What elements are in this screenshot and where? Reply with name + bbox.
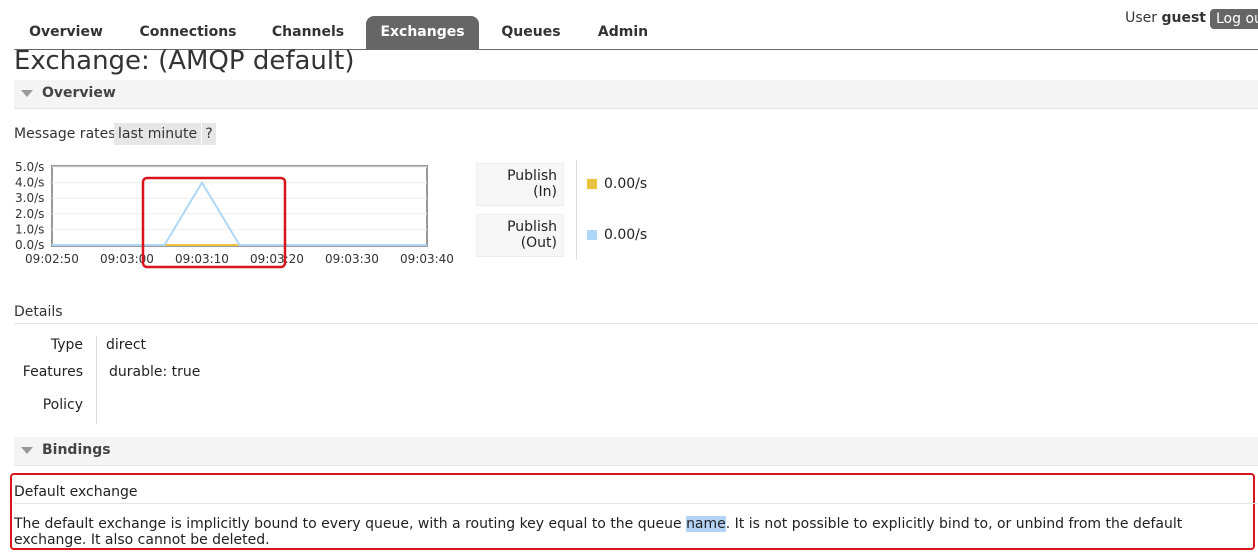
logout-button[interactable]: Log out [1210,9,1258,29]
legend-swatch-out [587,230,597,240]
legend-label: Publish [507,168,557,184]
user-prefix: User [1125,10,1158,26]
type-key: Type [50,337,83,353]
legend-swatch-in [587,179,597,189]
legend-label: (Out) [520,235,557,251]
y-tick-label: 5.0/s [15,160,44,174]
publish-in-rate: 0.00/s [604,176,648,192]
tab-connections[interactable]: Connections [130,16,246,49]
legend-divider [576,160,577,260]
feature-name: durable: [109,364,168,380]
rates-range-select[interactable]: last minute [114,123,202,145]
overview-section-label: Overview [42,85,116,101]
type-value: direct [106,337,147,353]
legend-publish-out: Publish (Out) [476,214,564,257]
user-name: guest [1161,10,1206,26]
tab-channels[interactable]: Channels [258,16,358,49]
y-tick-label: 3.0/s [15,191,44,205]
chart-y-ticks: 5.0/s 4.0/s3.0/s 2.0/s1.0/s 0.0/s [15,160,44,252]
legend-label: Publish [507,219,557,235]
legend-publish-in: Publish (In) [476,163,564,206]
overview-section-header[interactable]: Overview [14,80,1258,109]
y-tick-label: 1.0/s [15,222,44,236]
page-title: Exchange: (AMQP default) [14,46,355,76]
details-column-divider [96,336,97,424]
description-text: The default exchange is implicitly bound… [14,516,687,532]
y-tick-label: 0.0/s [15,238,44,252]
y-tick-label: 4.0/s [15,176,44,190]
features-key: Features [22,364,83,380]
help-button[interactable]: ? [202,123,216,145]
chart-x-ticks: 09:02:50 09:03:00 09:03:10 09:03:20 09:03:30… [25,252,454,266]
x-tick-label: 09:03:30 [325,252,379,266]
tab-exchanges[interactable]: Exchanges [366,16,479,49]
tab-admin[interactable]: Admin [584,16,662,49]
bindings-section-header[interactable]: Bindings [14,437,1258,466]
user-label: User guest [1125,10,1206,26]
collapse-triangle-icon [21,90,33,97]
details-heading: Details [14,304,63,320]
x-tick-label: 09:02:50 [25,252,79,266]
x-tick-label: 09:03:10 [175,252,229,266]
feature-value: true [171,364,201,380]
default-exchange-title: Default exchange [14,484,138,500]
x-tick-label: 09:03:40 [400,252,454,266]
x-tick-label: 09:03:00 [100,252,154,266]
features-value: durable: true [109,364,200,380]
legend-label: (In) [533,184,557,200]
default-exchange-description: The default exchange is implicitly bound… [14,516,1250,548]
y-tick-label: 2.0/s [15,207,44,221]
bindings-section-label: Bindings [42,442,111,458]
tab-queues[interactable]: Queues [490,16,572,49]
collapse-triangle-icon [21,447,33,454]
publish-out-rate: 0.00/s [604,227,648,243]
policy-key: Policy [42,397,83,413]
description-highlight: name [686,516,726,532]
default-exchange-divider [14,503,1258,504]
details-divider [14,323,1258,324]
tab-overview[interactable]: Overview [14,16,118,49]
message-rates-label: Message rates [14,126,116,142]
message-rates-chart: 5.0/s4.0/s3.0/s2.0/s1.0/s0.0/s 09:02:50 0… [15,160,454,269]
x-tick-label: 09:03:20 [250,252,304,266]
